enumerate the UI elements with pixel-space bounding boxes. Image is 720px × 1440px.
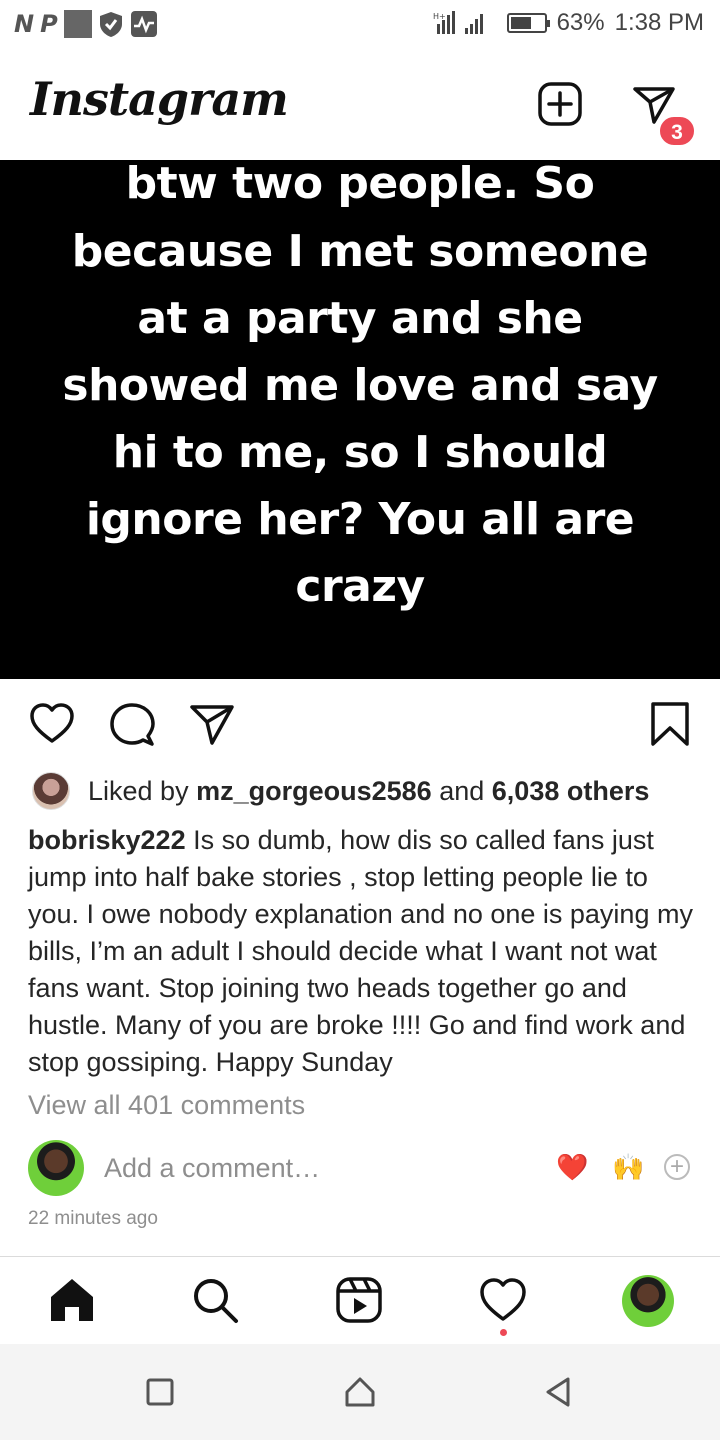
post-image[interactable]: btw two people. So because I met someone…	[0, 160, 720, 679]
caption-text: Is so dumb, how dis so called fans just …	[28, 825, 693, 1077]
likes-prefix: Liked by	[88, 775, 189, 806]
clock: 1:38 PM	[614, 9, 704, 36]
activity-heart-icon[interactable]	[478, 1275, 528, 1325]
app-header: Instagram 3	[0, 50, 720, 160]
back-triangle-icon[interactable]	[540, 1374, 576, 1410]
liker-username[interactable]: mz_gorgeous2586	[196, 776, 432, 806]
instagram-logo[interactable]: Instagram	[30, 72, 289, 126]
home-icon[interactable]	[47, 1275, 97, 1325]
home-circle-icon[interactable]	[342, 1374, 378, 1410]
add-comment-input[interactable]: Add a comment…	[104, 1153, 320, 1184]
liker-avatar[interactable]	[32, 772, 70, 810]
post-timestamp: 22 minutes ago	[28, 1208, 158, 1229]
shield-icon	[99, 12, 122, 37]
activity-icon	[130, 11, 157, 37]
post-caption: bobrisky222 Is so dumb, how dis so calle…	[28, 822, 696, 1081]
raised-hands-emoji-button[interactable]: 🙌	[612, 1152, 644, 1182]
svg-text:H+: H+	[433, 12, 446, 21]
likes-row[interactable]: Liked by mz_gorgeous2586 and 6,038 other…	[32, 772, 649, 810]
battery-icon	[506, 13, 550, 33]
signal-icon: H+	[433, 11, 483, 34]
notification-p-icon: P	[40, 10, 58, 38]
likes-count[interactable]: 6,038 others	[492, 776, 650, 806]
post-image-text-line: crazy	[295, 561, 425, 612]
my-avatar	[28, 1140, 84, 1196]
battery-percent: 63%	[556, 9, 605, 36]
post-image-text-line: showed me love and say	[62, 360, 658, 411]
likes-text[interactable]: Liked by mz_gorgeous2586 and 6,038 other…	[88, 776, 649, 807]
add-comment-row: Add a comment… ❤️ 🙌 +	[28, 1140, 698, 1198]
notification-n-icon: N	[14, 10, 35, 38]
heart-emoji-button[interactable]: ❤️	[556, 1152, 588, 1182]
recents-square-icon[interactable]	[142, 1374, 178, 1410]
system-nav-bar	[0, 1344, 720, 1440]
dm-badge: 3	[658, 115, 696, 147]
status-system: H+ 63% 1:38 PM	[433, 9, 704, 37]
view-comments-link[interactable]: View all 401 comments	[28, 1090, 305, 1121]
post-image-text-line: btw two people. So	[125, 160, 595, 209]
profile-avatar[interactable]	[622, 1275, 674, 1327]
reels-icon[interactable]	[334, 1275, 384, 1325]
post-image-text-line: hi to me, so I should	[112, 427, 608, 478]
bottom-nav	[0, 1256, 720, 1344]
post-image-text-line: because I met someone	[71, 226, 649, 277]
comment-bubble-icon[interactable]	[108, 700, 156, 748]
plus-square-icon[interactable]	[536, 80, 584, 128]
caption-username[interactable]: bobrisky222	[28, 825, 186, 855]
likes-and: and	[439, 775, 485, 806]
status-notifications: N P	[14, 10, 158, 38]
add-emoji-button[interactable]: +	[664, 1154, 690, 1180]
bookmark-icon[interactable]	[646, 700, 694, 748]
notification-image-icon	[63, 10, 92, 38]
post-actions	[0, 700, 720, 756]
share-plane-icon[interactable]	[188, 700, 236, 748]
status-bar: N P H+ 63% 1:38 PM	[0, 0, 720, 50]
search-icon[interactable]	[190, 1275, 240, 1325]
post-image-text-line: ignore her? You all are	[85, 494, 635, 545]
like-heart-icon[interactable]	[28, 700, 76, 748]
post-image-text-line: at a party and she	[137, 293, 583, 344]
activity-notification-dot	[500, 1329, 507, 1336]
